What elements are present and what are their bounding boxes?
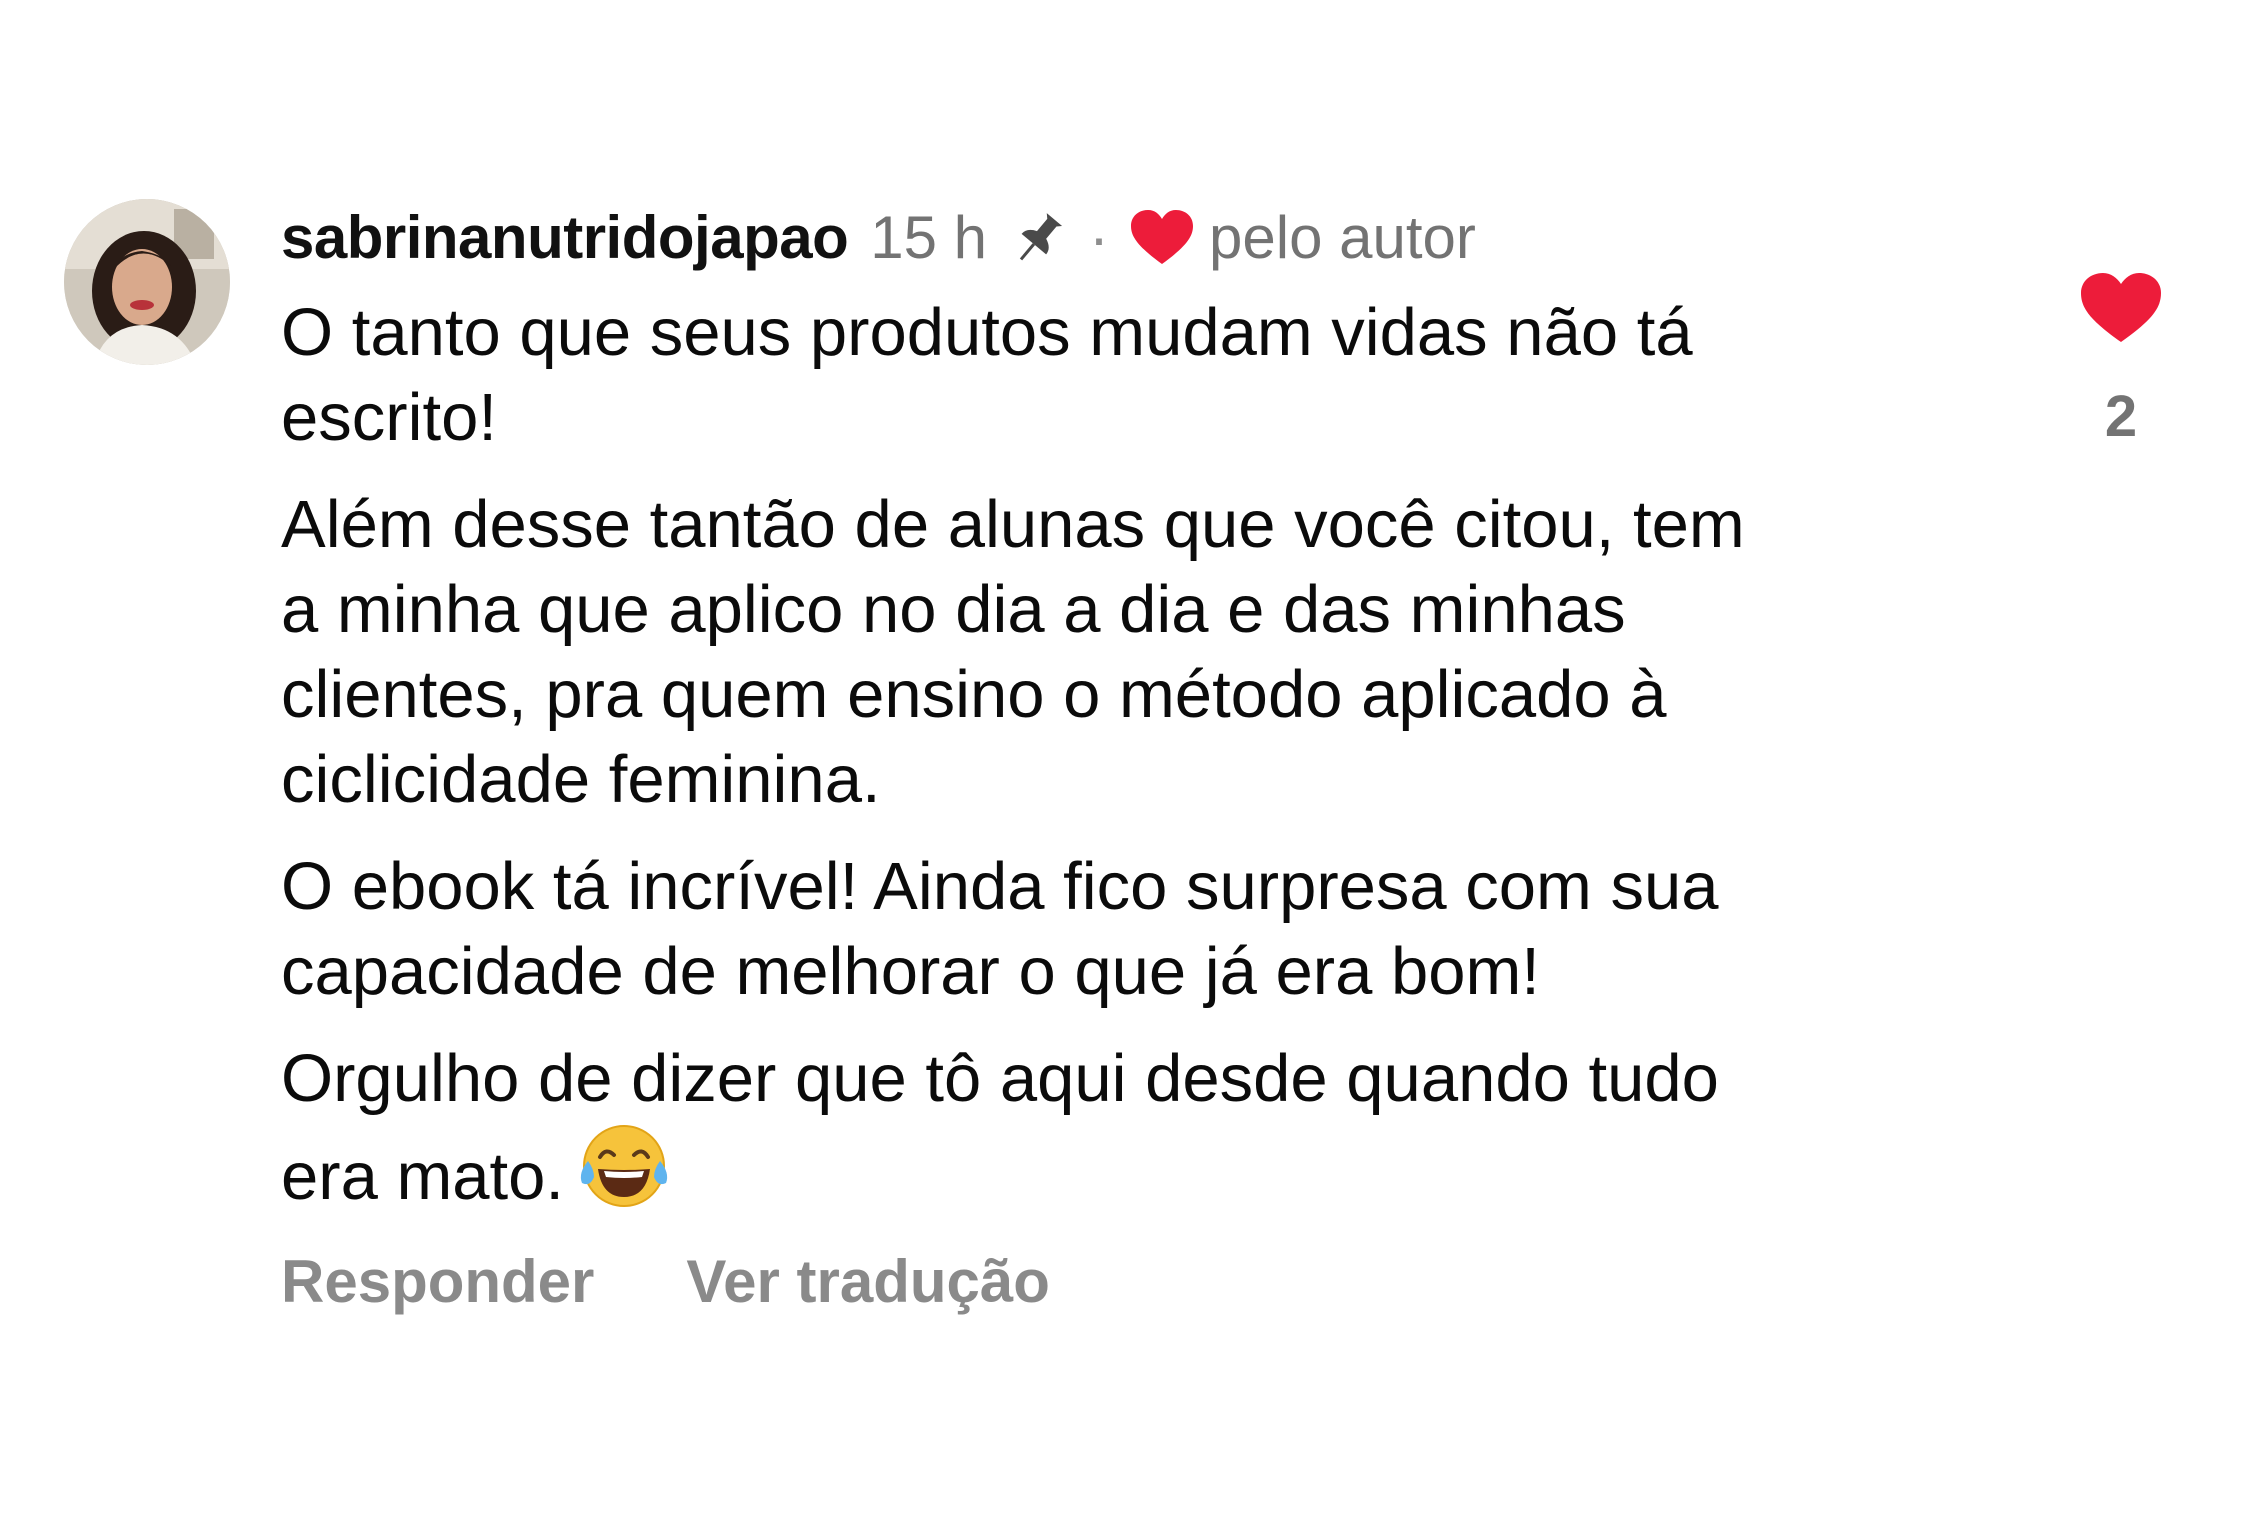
comment-text: O tanto que seus produtos mudam vidas nã… (281, 290, 2001, 1219)
face-with-tears-of-joy-icon (580, 1125, 668, 1207)
meta-separator: · (1089, 204, 1110, 271)
pin-icon (1019, 213, 1063, 261)
comment-actions: Responder Ver tradução (281, 1242, 1050, 1322)
comment-paragraph-last: Orgulho de dizer que tô aqui desde quand… (281, 1036, 2001, 1219)
reply-button[interactable]: Responder (281, 1242, 594, 1322)
author-heart-icon (1131, 210, 1194, 264)
comment-paragraph: Além desse tantão de alunas que você cit… (281, 487, 1745, 817)
avatar-photo (64, 199, 230, 365)
comment-item: sabrinanutridojapao 15 h · pelo autor O … (0, 0, 2253, 1538)
like-heart-icon[interactable] (2078, 270, 2164, 346)
like-control: 2 (2076, 270, 2166, 452)
avatar[interactable] (64, 199, 230, 365)
comment-paragraph: O ebook tá incrível! Ainda fico surpresa… (281, 849, 1719, 1009)
liked-by-author-label: pelo autor (1209, 204, 1476, 271)
like-count: 2 (2104, 384, 2138, 449)
comment-timestamp: 15 h (870, 204, 988, 271)
comment-paragraph: Orgulho de dizer que tô aqui desde quand… (281, 1041, 1719, 1214)
translate-button[interactable]: Ver tradução (686, 1242, 1050, 1322)
comment-header: sabrinanutridojapao 15 h · pelo autor (281, 198, 1476, 278)
username-link[interactable]: sabrinanutridojapao (281, 198, 849, 278)
comment-paragraph: O tanto que seus produtos mudam vidas nã… (281, 295, 1693, 455)
